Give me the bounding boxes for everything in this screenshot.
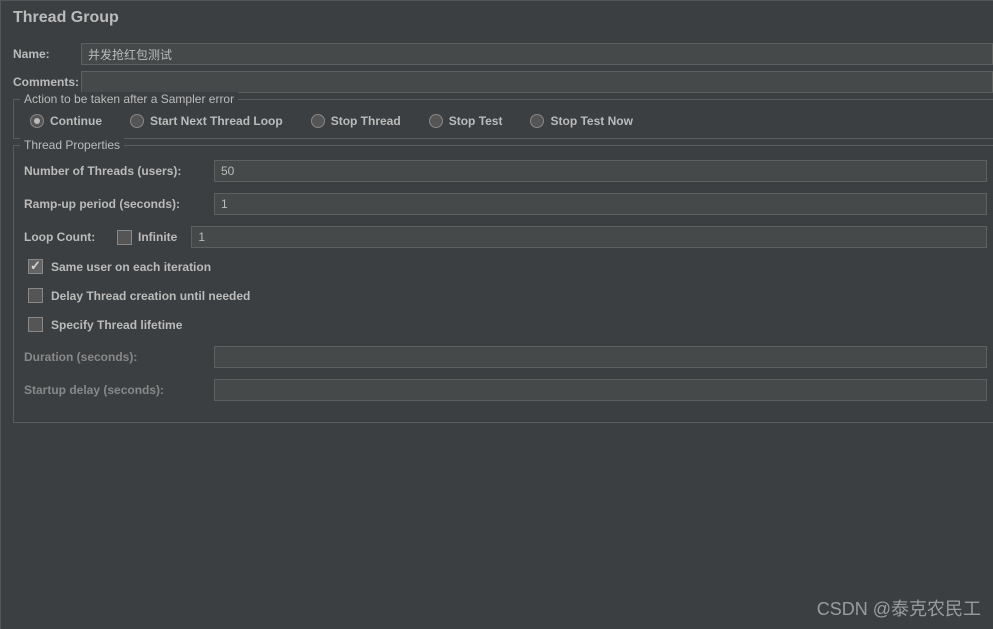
radio-start-next-indicator	[130, 114, 144, 128]
sampler-error-group: Action to be taken after a Sampler error…	[13, 99, 993, 139]
radio-continue[interactable]: Continue	[30, 114, 102, 128]
num-threads-input[interactable]	[214, 160, 987, 182]
startup-delay-label: Startup delay (seconds):	[24, 383, 214, 397]
radio-stop-test-label: Stop Test	[449, 114, 503, 128]
duration-label: Duration (seconds):	[24, 350, 214, 364]
radio-stop-test[interactable]: Stop Test	[429, 114, 503, 128]
specify-lifetime-label: Specify Thread lifetime	[51, 318, 182, 332]
same-user-label: Same user on each iteration	[51, 260, 211, 274]
thread-properties-legend: Thread Properties	[20, 138, 124, 152]
name-label: Name:	[9, 47, 81, 61]
delay-creation-checkbox[interactable]	[28, 288, 43, 303]
sampler-error-legend: Action to be taken after a Sampler error	[20, 92, 238, 106]
radio-continue-indicator	[30, 114, 44, 128]
radio-stop-thread-indicator	[311, 114, 325, 128]
delay-creation-label: Delay Thread creation until needed	[51, 289, 250, 303]
radio-stop-thread[interactable]: Stop Thread	[311, 114, 401, 128]
thread-group-panel: Thread Group Name: Comments: Action to b…	[0, 0, 993, 629]
same-user-checkbox[interactable]	[28, 259, 43, 274]
loop-count-label: Loop Count:	[24, 230, 117, 244]
radio-stop-thread-label: Stop Thread	[331, 114, 401, 128]
sampler-error-radios: Continue Start Next Thread Loop Stop Thr…	[24, 114, 987, 128]
specify-lifetime-checkbox[interactable]	[28, 317, 43, 332]
thread-properties-group: Thread Properties Number of Threads (use…	[13, 145, 993, 423]
comments-label: Comments:	[9, 75, 81, 89]
infinite-label: Infinite	[138, 230, 177, 244]
radio-stop-test-indicator	[429, 114, 443, 128]
radio-stop-test-now-label: Stop Test Now	[550, 114, 632, 128]
infinite-checkbox[interactable]	[117, 230, 132, 245]
radio-stop-test-now-indicator	[530, 114, 544, 128]
startup-delay-input[interactable]	[214, 379, 987, 401]
ramp-up-label: Ramp-up period (seconds):	[24, 197, 214, 211]
num-threads-label: Number of Threads (users):	[24, 164, 214, 178]
radio-continue-label: Continue	[50, 114, 102, 128]
duration-input[interactable]	[214, 346, 987, 368]
ramp-up-input[interactable]	[214, 193, 987, 215]
loop-count-input[interactable]	[191, 226, 987, 248]
radio-start-next-label: Start Next Thread Loop	[150, 114, 283, 128]
panel-title: Thread Group	[9, 9, 993, 27]
name-input[interactable]	[81, 43, 993, 65]
comments-input[interactable]	[81, 71, 993, 93]
radio-stop-test-now[interactable]: Stop Test Now	[530, 114, 632, 128]
radio-start-next[interactable]: Start Next Thread Loop	[130, 114, 283, 128]
